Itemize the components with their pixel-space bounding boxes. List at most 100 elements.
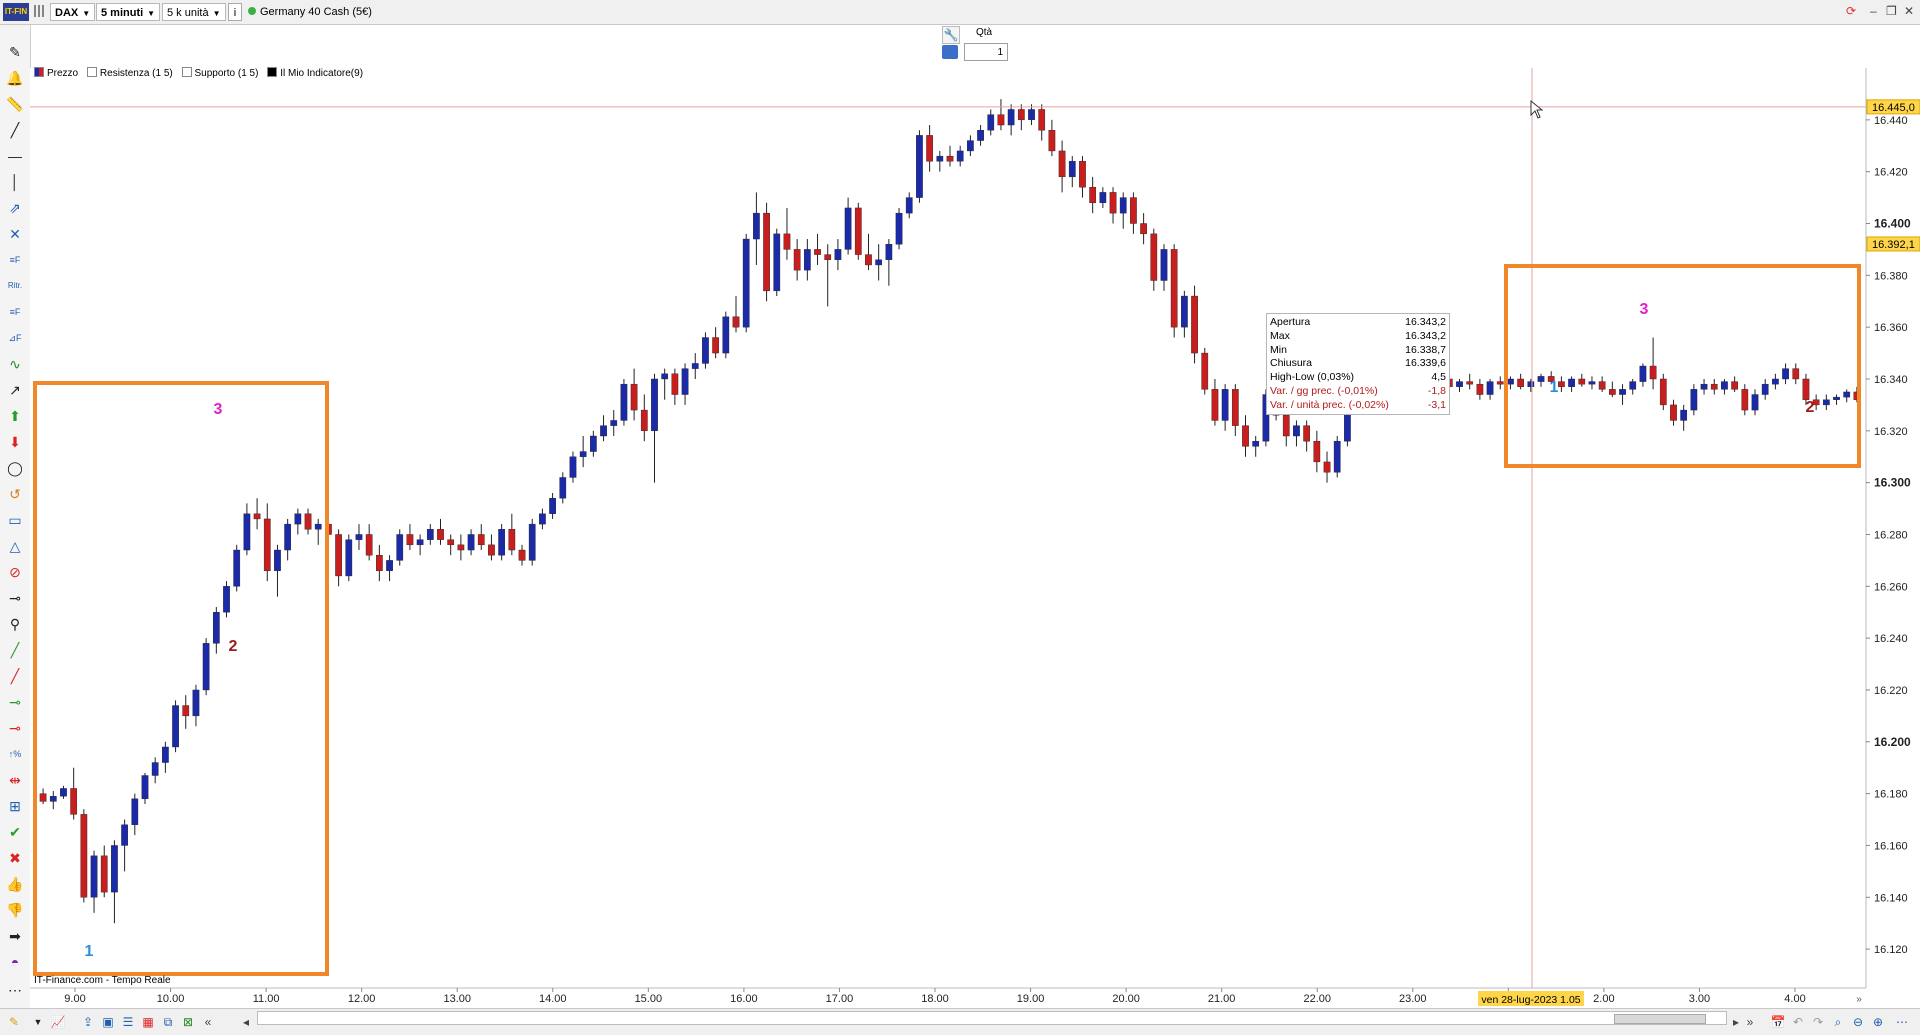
zoom-out-icon[interactable]: ⊖ xyxy=(1850,1014,1866,1030)
legend-label: Resistenza (1 5) xyxy=(99,68,173,79)
scroll-start-icon[interactable]: « xyxy=(200,1014,216,1030)
y-tick-label: 16.160 xyxy=(1874,840,1908,852)
candle-body xyxy=(1333,440,1341,473)
candle-body xyxy=(345,539,353,577)
legend-item-resistenza[interactable]: Resistenza (1 5) xyxy=(86,67,173,79)
candle-body xyxy=(763,212,770,292)
redo-icon[interactable]: ↷ xyxy=(1810,1014,1826,1030)
data-source-label: IT-Finance.com - Tempo Reale xyxy=(34,975,171,986)
share-icon[interactable]: ⇪ xyxy=(80,1014,96,1030)
legend-item-indicator[interactable]: Il Mio Indicatore(9) xyxy=(267,67,363,79)
candle-body xyxy=(1700,383,1708,390)
x-tick-label: 13.00 xyxy=(443,993,471,1005)
price-chart[interactable]: 1 2 3 1 2 3 16.440 16.420 16.400 16.380 16.3… xyxy=(0,0,1920,1008)
candle-body xyxy=(1160,249,1168,281)
compare-icon[interactable]: ⧉ xyxy=(160,1014,176,1030)
candle-body xyxy=(681,368,689,395)
tooltip-label: Apertura xyxy=(1270,316,1311,328)
candle-body xyxy=(1782,368,1789,380)
indicators-icon[interactable]: ▦ xyxy=(140,1014,156,1030)
candle-body xyxy=(589,435,597,452)
candle-body xyxy=(1028,109,1035,121)
window-icon[interactable]: ▣ xyxy=(100,1014,116,1030)
candle-body xyxy=(691,363,699,369)
scroll-left-icon[interactable]: ◂ xyxy=(238,1014,254,1030)
candle-body xyxy=(1109,192,1117,214)
candle-body xyxy=(1099,192,1107,203)
candle-body xyxy=(192,689,200,717)
candle-body xyxy=(885,244,893,260)
candle-body xyxy=(997,114,1005,126)
candle-body xyxy=(1170,249,1178,328)
calendar-icon[interactable]: 📅 xyxy=(1770,1014,1786,1030)
candle-body xyxy=(783,233,791,250)
candle-body xyxy=(1721,381,1728,390)
keypad-icon[interactable] xyxy=(942,45,958,59)
candle-body xyxy=(1282,415,1290,437)
candle-body xyxy=(946,155,954,162)
y-tick-label: 16.400 xyxy=(1874,216,1911,230)
candle-body xyxy=(814,249,821,255)
wrench-icon[interactable]: 🔧 xyxy=(942,26,960,44)
y-tick-label: 16.240 xyxy=(1874,633,1908,645)
scroll-end-icon[interactable]: » xyxy=(1742,1014,1758,1030)
dropdown-arrow-icon[interactable]: ▼ xyxy=(30,1014,46,1030)
scrollbar-thumb[interactable] xyxy=(1614,1014,1706,1024)
candle-body xyxy=(1772,378,1779,385)
candle-body xyxy=(477,534,485,546)
tooltip-label: Var. / unità prec. (-0,02%) xyxy=(1270,398,1389,411)
candle-body xyxy=(314,523,322,530)
candle-body xyxy=(172,705,179,748)
legend-item-supporto[interactable]: Supporto (1 5) xyxy=(181,67,258,79)
quantity-input[interactable]: 1 xyxy=(964,43,1008,61)
zoom-in-icon[interactable]: ⊕ xyxy=(1870,1014,1886,1030)
candle-body xyxy=(1731,381,1738,390)
legend-item-prezzo[interactable]: Prezzo xyxy=(34,67,78,79)
chart-type-icon[interactable]: 📈 xyxy=(50,1014,66,1030)
candle-body xyxy=(1007,109,1015,126)
x-tick-label: 9.00 xyxy=(64,993,85,1005)
tooltip-value: 16.338,7 xyxy=(1405,343,1446,356)
candle-body xyxy=(834,249,842,260)
chart-scrollbar[interactable] xyxy=(257,1011,1727,1025)
draw-style-icon[interactable]: ✎ xyxy=(6,1014,22,1030)
candle-body xyxy=(131,798,139,825)
candle-body xyxy=(1741,389,1749,411)
y-tick-label: 16.320 xyxy=(1874,426,1908,438)
candle-body xyxy=(1058,150,1066,178)
undo-icon[interactable]: ↶ xyxy=(1790,1014,1806,1030)
candle-body xyxy=(977,129,984,141)
candle-body xyxy=(1507,378,1514,385)
zoom-fit-icon[interactable]: ⌕ xyxy=(1830,1014,1846,1030)
x-tick-label: 21.00 xyxy=(1208,993,1236,1005)
candle-body xyxy=(1629,381,1637,390)
candle-body xyxy=(865,254,872,266)
candle-body xyxy=(1068,161,1076,178)
y-tick-label: 16.140 xyxy=(1874,892,1908,904)
candle-body xyxy=(1293,425,1300,437)
candle-body xyxy=(467,534,475,551)
candle-body xyxy=(233,549,241,587)
label-2-left: 2 xyxy=(229,638,238,655)
x-tick-label: 17.00 xyxy=(826,993,854,1005)
candle-body xyxy=(1639,365,1647,382)
export-icon[interactable]: ⊠ xyxy=(180,1014,196,1030)
tooltip-label: Chiusura xyxy=(1270,357,1313,370)
candle-body xyxy=(151,762,159,776)
x-tick-label: 19.00 xyxy=(1017,993,1045,1005)
legend-swatch xyxy=(86,67,97,77)
y-tick-label: 16.300 xyxy=(1874,476,1911,490)
candle-body xyxy=(1680,409,1688,421)
candle-body xyxy=(712,337,719,354)
y-tick-label: 16.120 xyxy=(1874,944,1908,956)
more-options-icon[interactable]: ⋯ xyxy=(1894,1014,1910,1030)
candle-body xyxy=(1181,295,1188,328)
tooltip-value: -3,1 xyxy=(1427,398,1446,411)
candle-body xyxy=(141,775,149,800)
candle-body xyxy=(916,135,923,198)
candle-body xyxy=(539,513,546,525)
candle-body xyxy=(905,197,913,214)
legend-swatch xyxy=(34,67,44,77)
list-icon[interactable]: ☰ xyxy=(120,1014,136,1030)
candle-body xyxy=(355,534,363,540)
